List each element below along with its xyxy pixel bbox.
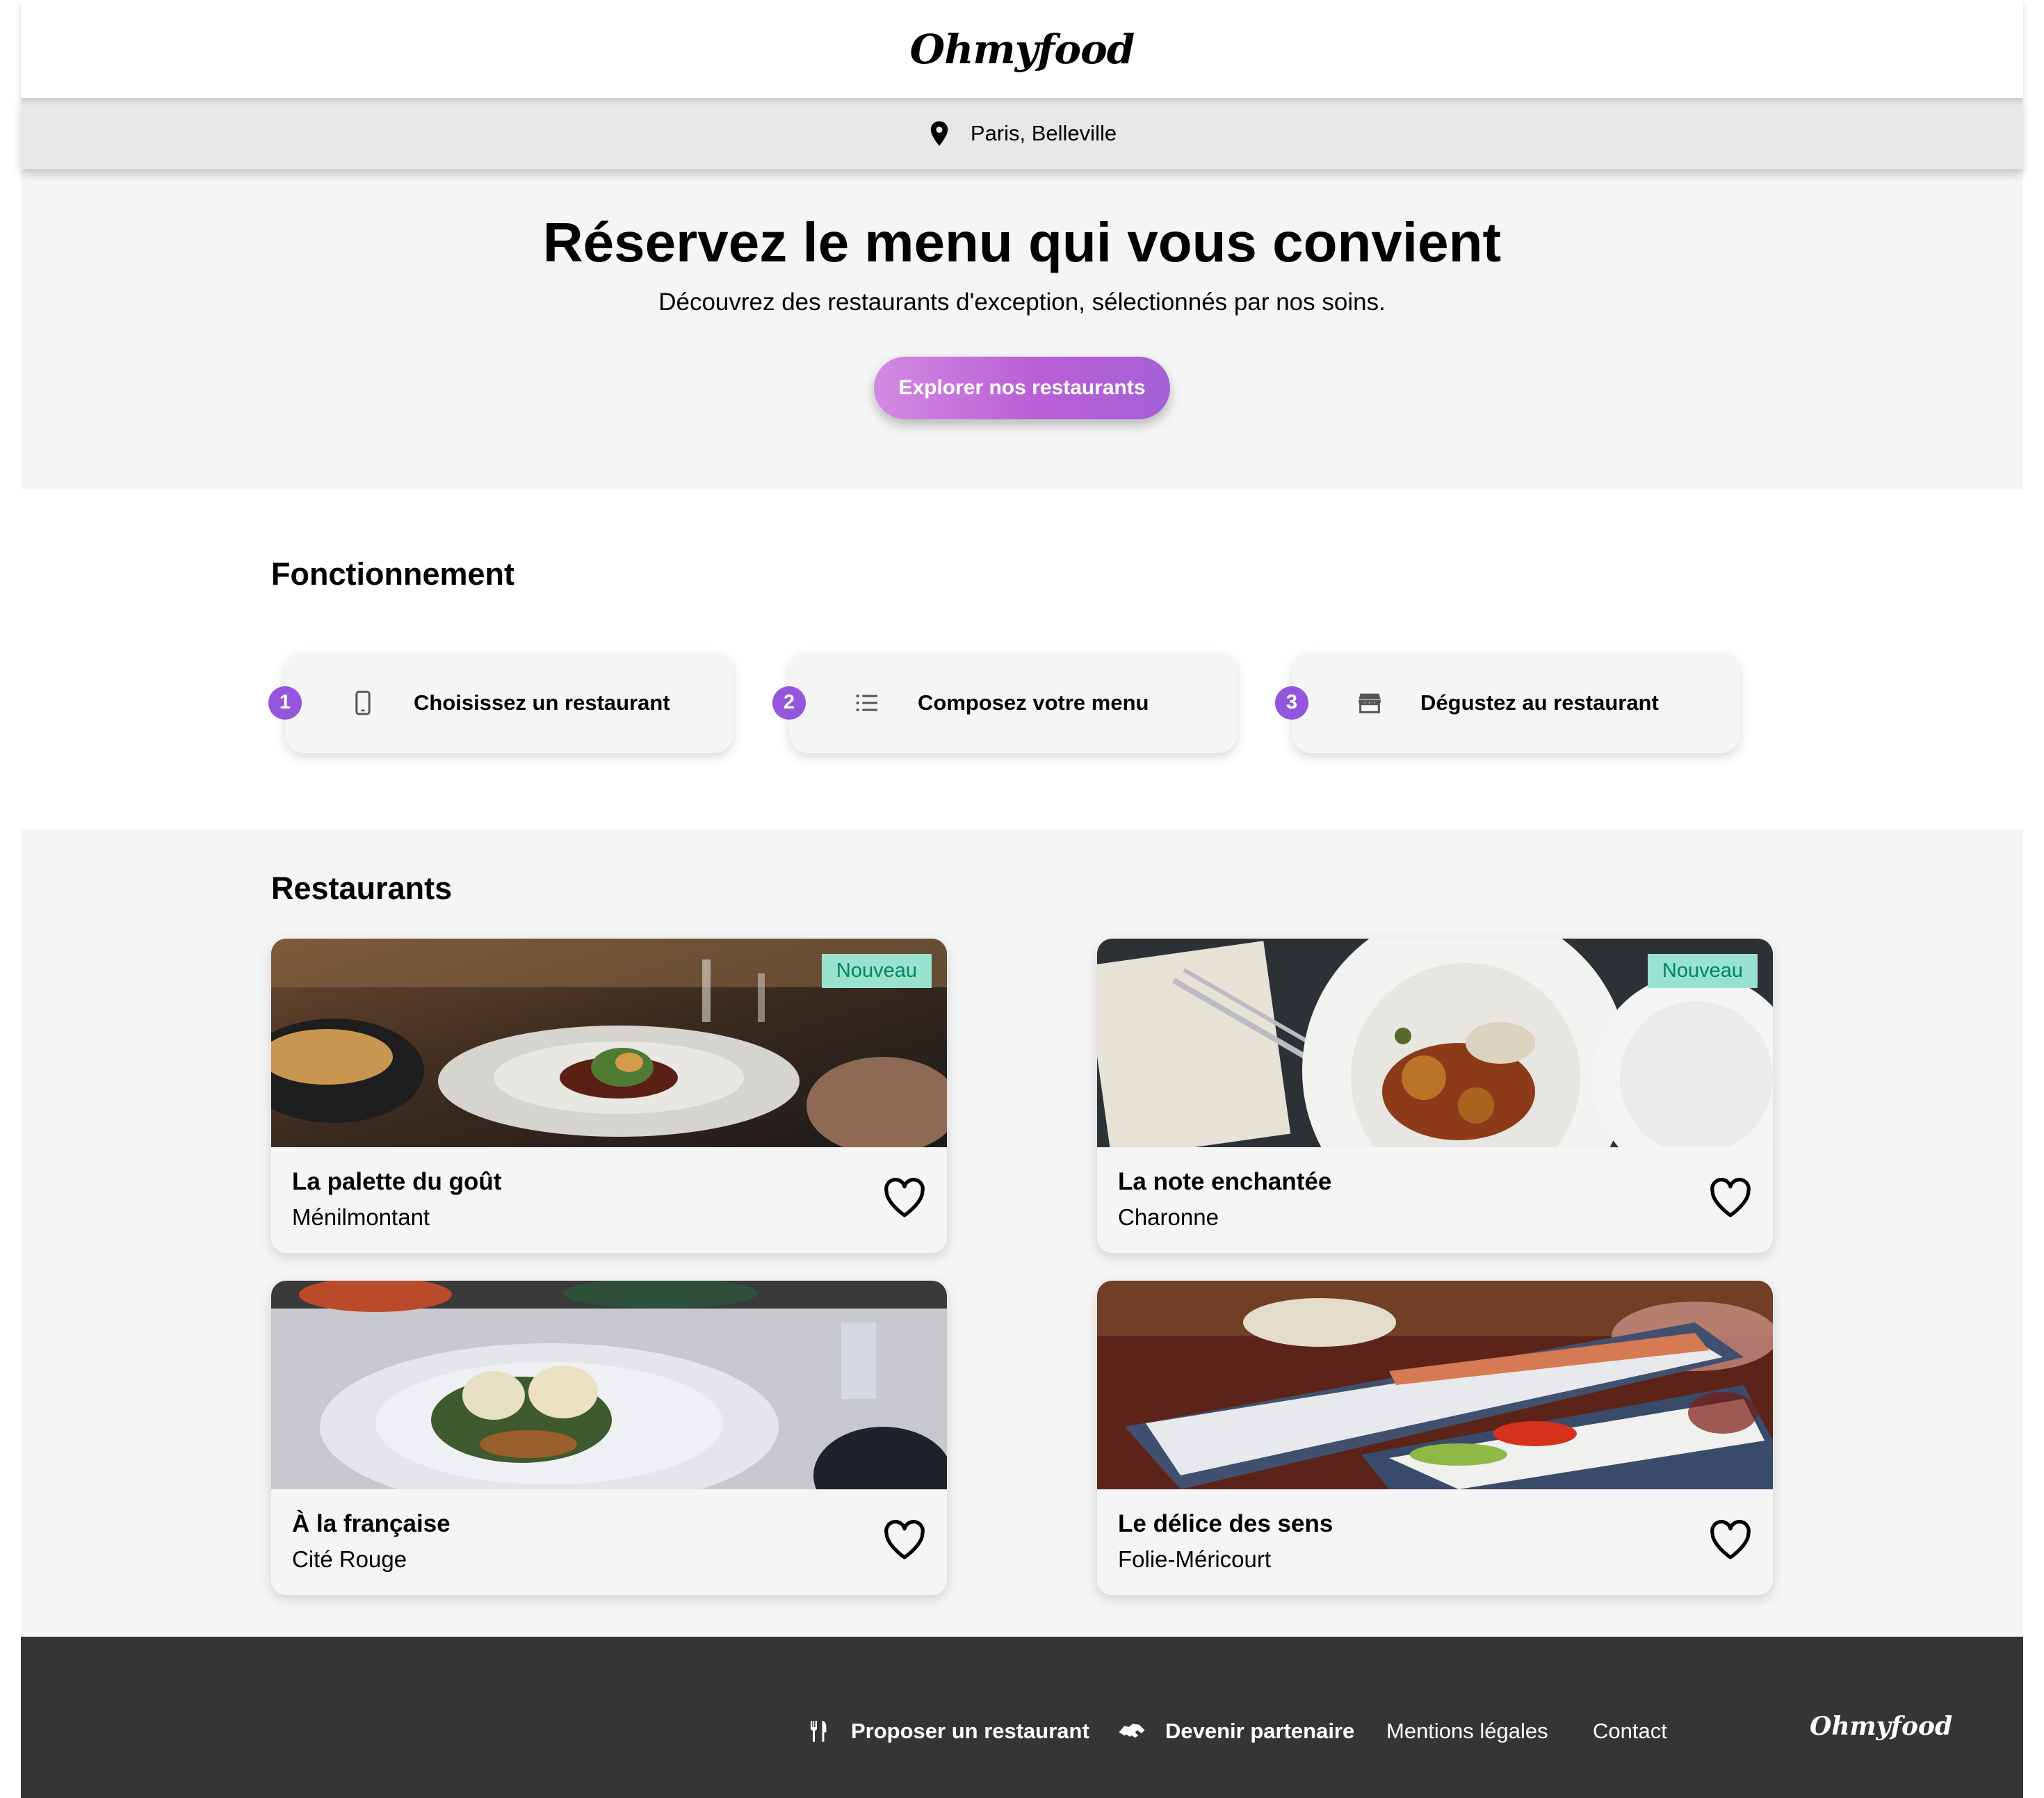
- restaurant-card[interactable]: Nouveau La palette du goût Ménilmontant: [271, 939, 947, 1253]
- list-icon: [856, 694, 877, 711]
- step-label: Composez votre menu: [918, 690, 1149, 715]
- location-bar[interactable]: Paris, Belleville: [21, 98, 2023, 169]
- restaurant-card[interactable]: Nouveau La note enchantée Charonne: [1097, 939, 1773, 1253]
- heart-icon[interactable]: [882, 1518, 927, 1560]
- footer-link-legal-notice[interactable]: Mentions légales: [1386, 1719, 1548, 1744]
- handshake-icon: [1119, 1724, 1145, 1738]
- step-number-badge: 3: [1275, 686, 1308, 720]
- new-badge: Nouveau: [821, 954, 932, 988]
- hero-title: Réservez le menu qui vous convient: [542, 211, 1502, 273]
- restaurant-area: Ménilmontant: [292, 1204, 430, 1230]
- card-info: La note enchantée Charonne: [1097, 1147, 1773, 1253]
- restaurant-photo: [1097, 1281, 1773, 1489]
- restaurant-photo: Nouveau: [1097, 939, 1773, 1147]
- restaurant-name: Le délice des sens: [1118, 1510, 1333, 1537]
- hero-section: Réservez le menu qui vous convient Décou…: [21, 169, 2023, 489]
- restaurant-card[interactable]: À la française Cité Rouge: [271, 1281, 947, 1595]
- footer-link-propose-restaurant[interactable]: Proposer un restaurant: [806, 1719, 1089, 1744]
- restaurant-area: Folie-Méricourt: [1118, 1546, 1272, 1572]
- footer-link-label: Proposer un restaurant: [851, 1719, 1089, 1743]
- how-it-works-title: Fonctionnement: [271, 556, 514, 592]
- storefront-icon: [1358, 693, 1381, 713]
- step-card-1: 1 Choisissez un restaurant: [268, 652, 733, 753]
- restaurants-title: Restaurants: [271, 870, 453, 906]
- step-label: Dégustez au restaurant: [1420, 690, 1659, 715]
- heart-icon[interactable]: [1708, 1518, 1753, 1560]
- card-info: Le délice des sens Folie-Méricourt: [1097, 1489, 1773, 1595]
- restaurants-section: Restaurants Nouveau La palette du goût M…: [21, 829, 2023, 1637]
- card-info: La palette du goût Ménilmontant: [271, 1147, 947, 1253]
- footer-link-label: Contact: [1593, 1719, 1667, 1743]
- step-number-badge: 1: [268, 686, 302, 720]
- explore-restaurants-button[interactable]: Explorer nos restaurants: [874, 357, 1170, 419]
- restaurant-name: La note enchantée: [1118, 1168, 1332, 1195]
- site-header: Ohmyfood: [21, 0, 2023, 98]
- restaurant-name: À la française: [292, 1510, 451, 1537]
- page: Ohmyfood Paris, Belleville Réservez le m…: [21, 0, 2023, 1798]
- heart-icon[interactable]: [882, 1176, 927, 1218]
- step-label: Choisissez un restaurant: [414, 690, 670, 715]
- new-badge: Nouveau: [1647, 954, 1758, 988]
- restaurant-card[interactable]: Le délice des sens Folie-Méricourt: [1097, 1281, 1773, 1595]
- restaurant-name: La palette du goût: [292, 1168, 502, 1195]
- step-card-2: 2 Composez votre menu: [772, 652, 1238, 753]
- location-text: Paris, Belleville: [970, 121, 1117, 145]
- restaurant-area: Cité Rouge: [292, 1546, 407, 1572]
- footer-link-label: Devenir partenaire: [1165, 1719, 1355, 1743]
- footer-link-label: Mentions légales: [1386, 1719, 1548, 1743]
- site-logo[interactable]: Ohmyfood: [910, 26, 1135, 73]
- site-footer: Proposer un restaurant Devenir partenair…: [21, 1637, 2023, 1798]
- utensils-icon: [811, 1721, 827, 1742]
- restaurant-area: Charonne: [1118, 1204, 1219, 1230]
- footer-link-become-partner[interactable]: Devenir partenaire: [1118, 1719, 1354, 1744]
- heart-icon[interactable]: [1708, 1176, 1753, 1218]
- hero-subtitle: Découvrez des restaurants d'exception, s…: [658, 289, 1386, 316]
- mobile-phone-icon: [355, 690, 371, 715]
- step-card-3: 3 Dégustez au restaurant: [1275, 652, 1740, 753]
- footer-logo[interactable]: Ohmyfood: [1810, 1712, 1952, 1741]
- restaurant-photo: Nouveau: [271, 939, 947, 1147]
- card-info: À la française Cité Rouge: [271, 1489, 947, 1595]
- footer-link-contact[interactable]: Contact: [1593, 1719, 1667, 1744]
- restaurant-photo: [271, 1281, 947, 1489]
- map-pin-icon: [930, 121, 948, 146]
- step-number-badge: 2: [772, 686, 806, 720]
